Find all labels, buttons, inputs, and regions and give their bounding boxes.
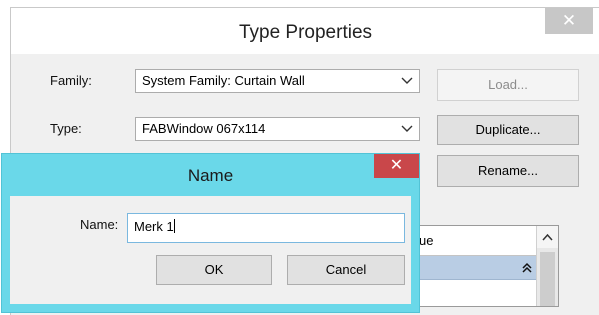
chevron-down-icon <box>401 77 413 84</box>
chevron-up-icon <box>542 233 553 241</box>
name-dialog-title: Name <box>187 166 234 185</box>
name-dialog: Name ✕ Name: Merk 1 OK Cancel <box>1 153 420 313</box>
chevron-down-icon <box>401 125 413 132</box>
duplicate-button[interactable]: Duplicate... <box>437 115 579 145</box>
cancel-button[interactable]: Cancel <box>287 255 405 285</box>
type-combo-value: FABWindow 067x114 <box>142 121 266 136</box>
type-properties-titlebar[interactable]: Type Properties ✕ <box>11 8 599 54</box>
type-combo[interactable]: FABWindow 067x114 <box>135 117 420 141</box>
family-combo[interactable]: System Family: Curtain Wall <box>135 69 420 93</box>
grid-value-column-header: ue <box>415 226 538 256</box>
name-input-value: Merk 1 <box>134 219 174 234</box>
name-dialog-close-button[interactable]: ✕ <box>374 154 419 178</box>
family-label: Family: <box>50 73 92 88</box>
name-label: Name: <box>80 217 119 232</box>
dialog-title: Type Properties <box>238 22 373 43</box>
background-text-fragment <box>0 0 180 6</box>
vertical-scrollbar[interactable] <box>536 226 558 306</box>
ok-button[interactable]: OK <box>156 255 272 285</box>
load-button[interactable]: Load... <box>437 69 579 101</box>
text-caret <box>173 219 175 233</box>
name-input[interactable]: Merk 1 <box>127 213 405 243</box>
family-combo-value: System Family: Curtain Wall <box>142 73 305 88</box>
scroll-up-button[interactable] <box>537 226 558 248</box>
rename-button[interactable]: Rename... <box>437 155 579 187</box>
scrollbar-thumb[interactable] <box>540 252 555 306</box>
type-label: Type: <box>50 121 82 136</box>
name-dialog-body: Name: Merk 1 OK Cancel <box>10 196 411 304</box>
name-dialog-titlebar[interactable]: Name ✕ <box>2 154 419 194</box>
double-chevron-up-icon[interactable] <box>522 262 532 274</box>
grid-group-band[interactable] <box>415 256 538 280</box>
type-parameters-grid: ue <box>414 225 559 307</box>
type-properties-close-button[interactable]: ✕ <box>545 8 593 34</box>
